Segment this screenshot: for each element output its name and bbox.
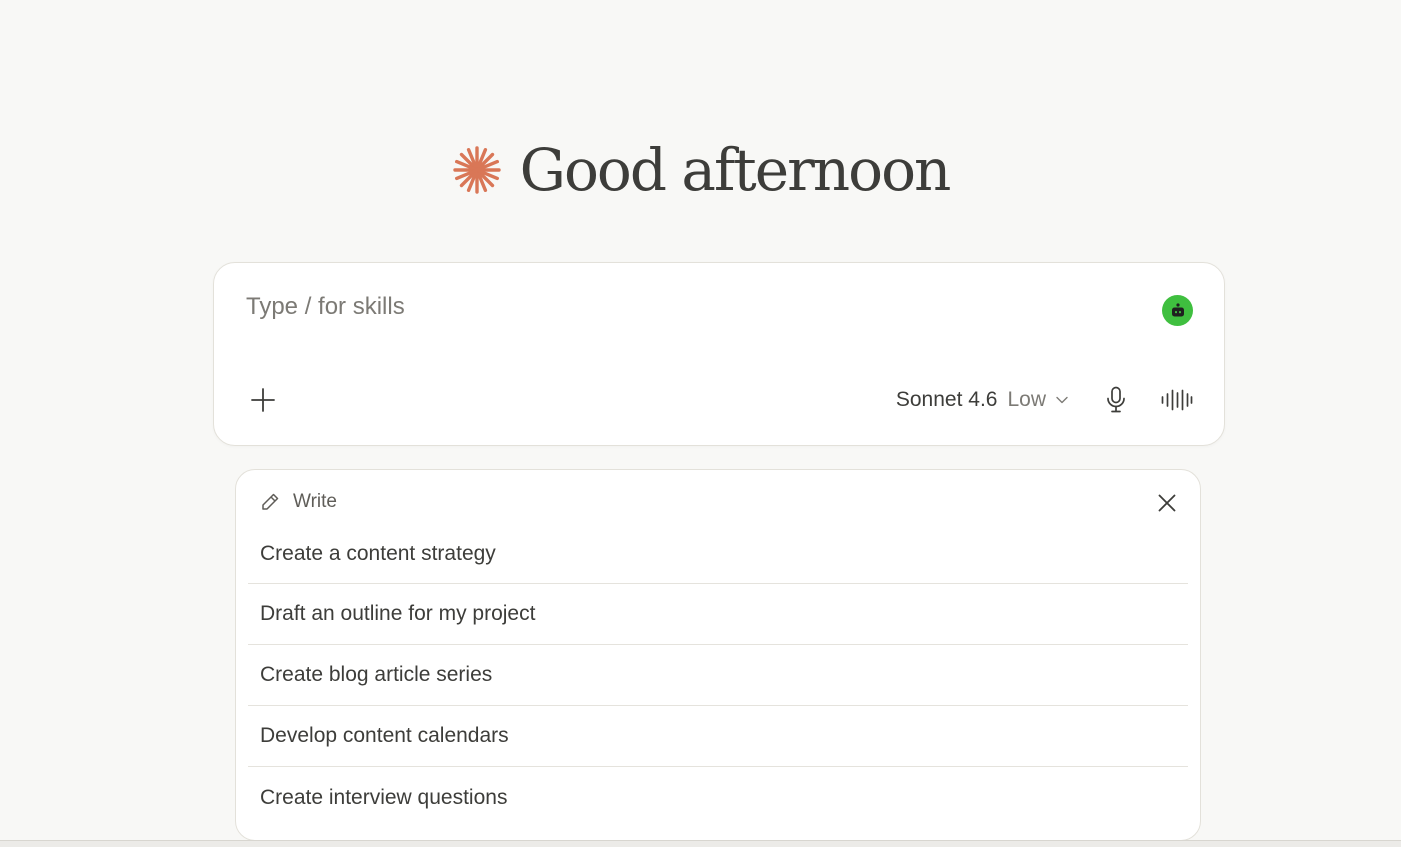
suggestion-item[interactable]: Develop content calendars	[248, 706, 1188, 767]
category-label: Write	[293, 491, 337, 512]
model-selector[interactable]: Sonnet 4.6 Low	[896, 385, 1068, 415]
pencil-icon	[262, 493, 279, 510]
close-suggestions-button[interactable]	[1156, 492, 1178, 514]
add-attachment-button[interactable]	[248, 385, 278, 415]
voice-waveform-icon	[1161, 389, 1193, 411]
message-input[interactable]: Type / for skills	[246, 293, 405, 321]
suggestion-item[interactable]: Create a content strategy	[248, 524, 1188, 584]
plus-icon	[251, 388, 275, 412]
spark-asterisk-icon	[452, 146, 501, 194]
suggestion-item[interactable]: Create interview questions	[248, 767, 1188, 828]
new-chat-page: Good afternoon Type / for skills Sonnet …	[0, 0, 1401, 847]
message-composer[interactable]: Type / for skills Sonnet 4.6 Low	[213, 262, 1225, 446]
close-icon	[1158, 494, 1176, 512]
greeting-text: Good afternoon	[519, 136, 952, 204]
suggestion-item[interactable]: Create blog article series	[248, 645, 1188, 706]
suggestion-item[interactable]: Draft an outline for my project	[248, 584, 1188, 645]
dictation-button[interactable]	[1102, 384, 1130, 416]
window-bottom-edge	[0, 840, 1401, 847]
robot-glyph	[1171, 302, 1184, 316]
suggestion-list: Create a content strategy Draft an outli…	[248, 524, 1188, 828]
suggestions-category: Write	[260, 491, 337, 513]
robot-icon[interactable]	[1162, 295, 1193, 326]
model-name: Sonnet 4.6	[895, 388, 998, 411]
microphone-icon	[1107, 386, 1125, 413]
voice-mode-button[interactable]	[1160, 384, 1194, 416]
effort-level: Low	[1007, 388, 1046, 411]
suggestions-panel: Write Create a content strategy Draft an…	[235, 469, 1201, 841]
greeting-header: Good afternoon	[0, 135, 1401, 205]
chevron-down-icon	[1056, 396, 1068, 404]
